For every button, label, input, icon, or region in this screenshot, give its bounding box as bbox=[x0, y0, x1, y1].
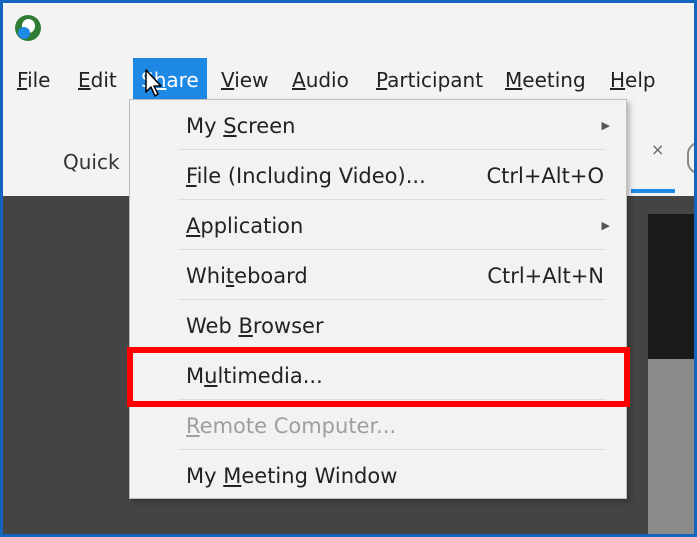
menu-separator bbox=[178, 449, 606, 450]
quick-start-tab[interactable]: Quick bbox=[63, 150, 120, 174]
share-menu-item-label: Remote Computer... bbox=[186, 414, 397, 438]
share-menu-item-remote-computer: Remote Computer... bbox=[130, 402, 626, 452]
menu-help[interactable]: Help bbox=[610, 58, 656, 102]
menu-audio-label: udio bbox=[305, 68, 349, 92]
share-menu-item-label: My Screen bbox=[186, 114, 296, 138]
menu-edit-mnemonic: E bbox=[78, 68, 91, 92]
menu-view-label: iew bbox=[234, 68, 269, 92]
share-menu-item-file[interactable]: File (Including Video)... Ctrl+Alt+O bbox=[130, 152, 626, 202]
menu-view-mnemonic: V bbox=[221, 68, 235, 92]
shortcut-label: Ctrl+Alt+O bbox=[486, 164, 604, 188]
app-logo-icon bbox=[15, 15, 41, 41]
menu-participant-mnemonic: P bbox=[376, 68, 388, 92]
menu-audio-mnemonic: A bbox=[292, 68, 306, 92]
menu-separator bbox=[178, 199, 606, 200]
menu-participant[interactable]: Participant bbox=[376, 58, 483, 102]
menu-meeting-label: eeting bbox=[522, 68, 586, 92]
menu-file-mnemonic: F bbox=[17, 68, 28, 92]
chevron-right-icon: ▶ bbox=[601, 119, 610, 132]
video-panel-lower bbox=[648, 359, 694, 534]
menu-view[interactable]: View bbox=[221, 58, 268, 102]
share-menu-item-label: Whiteboard bbox=[186, 264, 308, 288]
menu-help-mnemonic: H bbox=[610, 68, 626, 92]
share-menu-item-label: File (Including Video)... bbox=[186, 164, 426, 188]
menu-audio[interactable]: Audio bbox=[292, 58, 349, 102]
share-menu-item-my-meeting-window[interactable]: My Meeting Window bbox=[130, 452, 626, 502]
share-menu-dropdown: My Screen ▶ File (Including Video)... Ct… bbox=[129, 99, 627, 499]
menu-edit[interactable]: Edit bbox=[78, 58, 117, 102]
menu-file-label: ile bbox=[27, 68, 51, 92]
shortcut-label: Ctrl+Alt+N bbox=[487, 264, 604, 288]
menu-file[interactable]: File bbox=[17, 58, 50, 102]
menu-meeting-mnemonic: M bbox=[505, 68, 523, 92]
active-tab-indicator bbox=[631, 189, 675, 193]
menu-separator bbox=[178, 149, 606, 150]
tab-edge-icon bbox=[687, 142, 694, 174]
share-menu-item-my-screen[interactable]: My Screen ▶ bbox=[130, 102, 626, 152]
menu-help-label: elp bbox=[625, 68, 656, 92]
video-panel bbox=[648, 214, 694, 359]
menu-meeting[interactable]: Meeting bbox=[505, 58, 586, 102]
menu-separator bbox=[178, 249, 606, 250]
share-menu-item-whiteboard[interactable]: Whiteboard Ctrl+Alt+N bbox=[130, 252, 626, 302]
share-menu-item-label: Web Browser bbox=[186, 314, 324, 338]
close-icon[interactable]: × bbox=[651, 140, 664, 159]
share-menu-item-web-browser[interactable]: Web Browser bbox=[130, 302, 626, 352]
menubar: File Edit Share View Audio Participant M… bbox=[3, 58, 694, 102]
chevron-right-icon: ▶ bbox=[601, 219, 610, 232]
menu-edit-label: dit bbox=[90, 68, 117, 92]
share-menu-item-label: Application bbox=[186, 214, 304, 238]
share-menu-item-label: My Meeting Window bbox=[186, 464, 398, 488]
menu-separator bbox=[178, 299, 606, 300]
menu-share-label: are bbox=[166, 68, 199, 92]
mouse-pointer-icon bbox=[145, 69, 162, 97]
multimedia-highlight-box bbox=[127, 347, 630, 407]
menu-participant-label: articipant bbox=[387, 68, 484, 92]
share-menu-item-application[interactable]: Application ▶ bbox=[130, 202, 626, 252]
